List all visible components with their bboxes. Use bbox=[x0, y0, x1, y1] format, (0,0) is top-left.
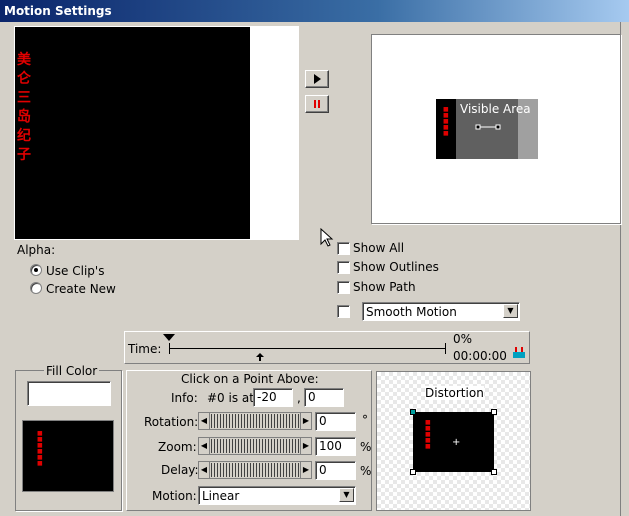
window-title: Motion Settings bbox=[4, 4, 112, 18]
pause-icon bbox=[314, 100, 320, 108]
zoom-input[interactable]: 100 bbox=[315, 437, 356, 456]
preview-char: 美 bbox=[17, 52, 31, 68]
pause-button[interactable] bbox=[305, 95, 329, 113]
timeline-timecode: 00:00:00 bbox=[453, 349, 507, 363]
timeline-track[interactable] bbox=[169, 348, 446, 349]
preview-char: 岛 bbox=[17, 109, 31, 125]
visible-area-label: Visible Area bbox=[460, 102, 531, 116]
mouse-cursor-icon bbox=[320, 228, 334, 247]
slider-right-arrow-icon[interactable]: ▶ bbox=[300, 413, 311, 429]
timeline-panel: Time: 0% 00:00:00 bbox=[124, 331, 530, 364]
distortion-corner-handle[interactable] bbox=[491, 469, 497, 475]
show-path-checkbox[interactable] bbox=[337, 281, 350, 294]
point-x-input[interactable]: -20 bbox=[253, 388, 293, 407]
play-icon bbox=[314, 74, 321, 84]
zoom-slider[interactable]: ◀ ▶ bbox=[198, 437, 312, 455]
dropdown-arrow-icon[interactable]: ▼ bbox=[503, 304, 518, 318]
rotation-label: Rotation: bbox=[144, 415, 199, 429]
alpha-use-clips-radio[interactable] bbox=[30, 264, 42, 276]
timeline-start-tick bbox=[169, 343, 170, 354]
motion-label: Motion: bbox=[152, 489, 197, 503]
fill-color-label: Fill Color bbox=[44, 364, 100, 378]
rotation-slider[interactable]: ◀ ▶ bbox=[198, 412, 312, 430]
motion-select[interactable]: Linear ▼ bbox=[198, 486, 356, 505]
motion-value: Linear bbox=[202, 489, 240, 503]
slider-right-arrow-icon[interactable]: ▶ bbox=[300, 438, 311, 454]
show-outlines-label[interactable]: Show Outlines bbox=[353, 260, 439, 274]
point-heading: Click on a Point Above: bbox=[181, 372, 319, 386]
distortion-label: Distortion bbox=[425, 386, 484, 400]
coord-separator: , bbox=[297, 391, 301, 405]
distortion-corner-handle[interactable] bbox=[491, 409, 497, 415]
preview-char: 三 bbox=[17, 90, 31, 106]
delay-input[interactable]: 0 bbox=[315, 461, 356, 480]
timeline-playhead-icon[interactable] bbox=[163, 334, 175, 342]
rotation-input[interactable]: 0 bbox=[315, 412, 356, 431]
distortion-preview[interactable]: ■ ■ ■ ■ ■ + bbox=[413, 412, 494, 472]
preview-char: 纪 bbox=[17, 128, 31, 144]
preview-text-column: 美 仑 三 岛 纪 子 bbox=[17, 51, 31, 165]
preview-background-area bbox=[250, 27, 298, 239]
stage-clip-thumb: ■ ■ ■ ■ ■ bbox=[436, 99, 456, 159]
preview-char: 仑 bbox=[17, 71, 31, 87]
zoom-unit: % bbox=[360, 440, 372, 454]
info-label: Info: bbox=[171, 391, 198, 405]
info-point-text: #0 is at bbox=[207, 391, 254, 405]
window-frame-edge bbox=[620, 22, 629, 516]
motion-type-value: Smooth Motion bbox=[366, 305, 457, 319]
slider-left-arrow-icon[interactable]: ◀ bbox=[199, 462, 210, 478]
slider-left-arrow-icon[interactable]: ◀ bbox=[199, 438, 210, 454]
zoom-slider-ticks bbox=[211, 439, 299, 453]
show-path-label[interactable]: Show Path bbox=[353, 280, 416, 294]
delay-label: Delay: bbox=[161, 463, 199, 477]
distortion-preview-dots: ■ ■ ■ ■ ■ bbox=[425, 419, 431, 450]
keyframe-marker-icon[interactable] bbox=[256, 353, 264, 361]
distortion-panel[interactable]: Distortion ■ ■ ■ ■ ■ + bbox=[376, 371, 531, 511]
smooth-motion-checkbox[interactable] bbox=[337, 305, 350, 318]
show-all-label[interactable]: Show All bbox=[353, 241, 404, 255]
alpha-create-new-label[interactable]: Create New bbox=[46, 282, 116, 296]
preview-char: 子 bbox=[17, 147, 31, 163]
motion-path-icon[interactable] bbox=[472, 121, 502, 133]
point-y-input[interactable]: 0 bbox=[304, 388, 344, 407]
show-all-checkbox[interactable] bbox=[337, 242, 350, 255]
distortion-corner-handle[interactable] bbox=[410, 409, 416, 415]
show-outlines-checkbox[interactable] bbox=[337, 261, 350, 274]
delay-slider[interactable]: ◀ ▶ bbox=[198, 461, 312, 479]
timeline-end-tick bbox=[445, 343, 446, 354]
clip-preview[interactable]: 美 仑 三 岛 纪 子 bbox=[14, 26, 299, 240]
distortion-center-icon[interactable]: + bbox=[452, 438, 460, 448]
timeline-percent: 0% bbox=[453, 332, 473, 346]
fill-color-preview: ■ ■ ■ ■ ■ ■ bbox=[22, 420, 114, 492]
stage-panel[interactable]: ■ ■ ■ ■ ■ Visible Area bbox=[371, 34, 621, 224]
rotation-slider-ticks bbox=[211, 414, 299, 428]
rotation-unit: ° bbox=[362, 413, 368, 427]
distortion-corner-handle[interactable] bbox=[410, 469, 416, 475]
alpha-create-new-radio[interactable] bbox=[30, 282, 42, 294]
fill-preview-dots: ■ ■ ■ ■ ■ ■ bbox=[37, 430, 43, 467]
window-title-bar[interactable]: Motion Settings bbox=[0, 0, 629, 22]
play-button[interactable] bbox=[305, 70, 329, 88]
alpha-label: Alpha: bbox=[17, 243, 56, 257]
zoom-label: Zoom: bbox=[158, 440, 197, 454]
thumb-dots: ■ ■ ■ ■ ■ bbox=[443, 106, 449, 137]
fill-color-swatch[interactable] bbox=[27, 381, 111, 406]
time-label: Time: bbox=[128, 342, 162, 356]
dropdown-arrow-icon[interactable]: ▼ bbox=[339, 488, 354, 502]
timeline-settings-icon[interactable] bbox=[512, 345, 526, 359]
alpha-use-clips-label[interactable]: Use Clip's bbox=[46, 264, 104, 278]
delay-slider-ticks bbox=[211, 463, 299, 477]
slider-right-arrow-icon[interactable]: ▶ bbox=[300, 462, 311, 478]
delay-unit: % bbox=[360, 464, 372, 478]
motion-type-select[interactable]: Smooth Motion ▼ bbox=[362, 302, 520, 321]
slider-left-arrow-icon[interactable]: ◀ bbox=[199, 413, 210, 429]
